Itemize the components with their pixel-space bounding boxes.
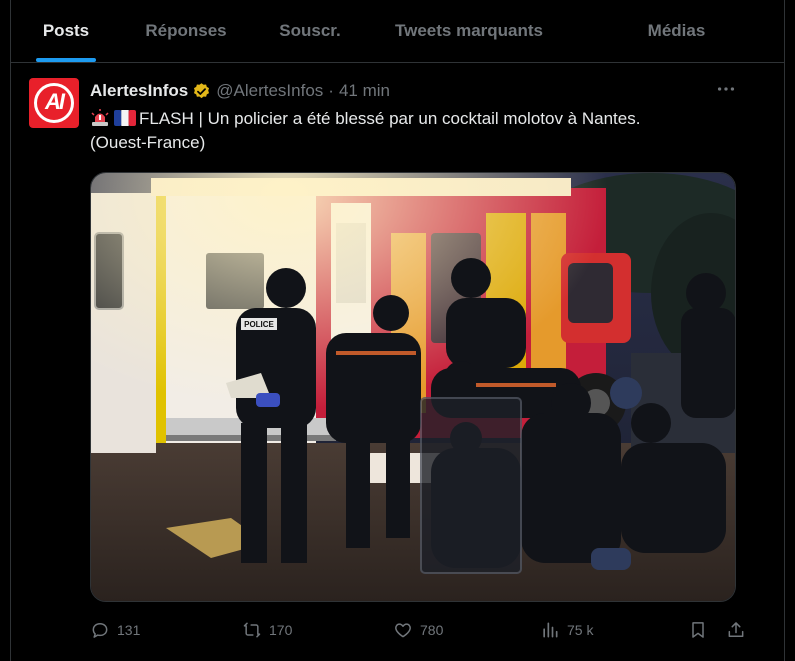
view-count: 75 k [567, 622, 594, 638]
retweet-icon [243, 622, 261, 638]
share-button[interactable] [726, 618, 753, 642]
police-badge-text: POLICE [244, 320, 274, 329]
author-handle[interactable]: @AlertesInfos [216, 81, 323, 101]
tab-subscriptions[interactable]: Souscr. [251, 0, 369, 62]
tweet-text-line2: (Ouest-France) [90, 133, 206, 152]
tweet[interactable]: AI AlertesInfos @AlertesInfos · 41 min F… [11, 64, 784, 661]
reply-count: 131 [117, 622, 141, 638]
separator-dot: · [328, 81, 334, 100]
avatar-logo-text: AI [45, 89, 65, 114]
column-border-right [784, 0, 785, 661]
tweet-text-line1: FLASH | Un policier a été blessé par un … [139, 109, 641, 128]
reply-button[interactable]: 131 [90, 618, 140, 642]
retweet-count: 170 [269, 622, 293, 638]
tab-highlights[interactable]: Tweets marquants [369, 0, 569, 62]
french-flag-emoji-icon [114, 110, 136, 126]
views-button[interactable]: 75 k [540, 618, 593, 642]
bookmark-icon [692, 622, 704, 638]
tab-label: Posts [42, 21, 90, 40]
retweet-button[interactable]: 170 [242, 618, 292, 642]
tweet-photo[interactable]: POLICE [90, 172, 736, 602]
siren-emoji-icon [91, 109, 109, 126]
analytics-icon [543, 622, 558, 638]
tab-label: Tweets marquants [394, 21, 543, 40]
photo-police-scene: POLICE [91, 173, 735, 601]
like-count: 780 [420, 622, 444, 638]
tab-media[interactable]: Médias [569, 0, 784, 62]
tab-label: Souscr. [279, 21, 341, 40]
tweet-actions: 131 170 780 75 k [90, 616, 750, 644]
more-options-button[interactable] [711, 78, 741, 102]
tab-label: Médias [647, 21, 706, 40]
verified-badge-icon[interactable] [192, 82, 211, 101]
tweet-time[interactable]: 41 min [339, 81, 390, 101]
like-button[interactable]: 780 [393, 618, 443, 642]
tweet-text: FLASH | Un policier a été blessé par un … [90, 107, 770, 155]
tab-replies[interactable]: Réponses [121, 0, 251, 62]
tab-posts[interactable]: Posts [11, 0, 121, 62]
tweet-header: AlertesInfos @AlertesInfos · 41 min [90, 80, 390, 102]
heart-icon [395, 623, 411, 638]
avatar[interactable]: AI [29, 78, 79, 128]
more-horizontal-icon [717, 87, 735, 91]
active-tab-indicator [36, 58, 96, 62]
bookmark-button[interactable] [688, 618, 715, 642]
author-name[interactable]: AlertesInfos [90, 81, 188, 101]
tab-label: Réponses [145, 21, 227, 40]
reply-icon [92, 623, 108, 638]
profile-tabs: Posts Réponses Souscr. Tweets marquants … [11, 0, 784, 63]
share-icon [728, 622, 744, 637]
